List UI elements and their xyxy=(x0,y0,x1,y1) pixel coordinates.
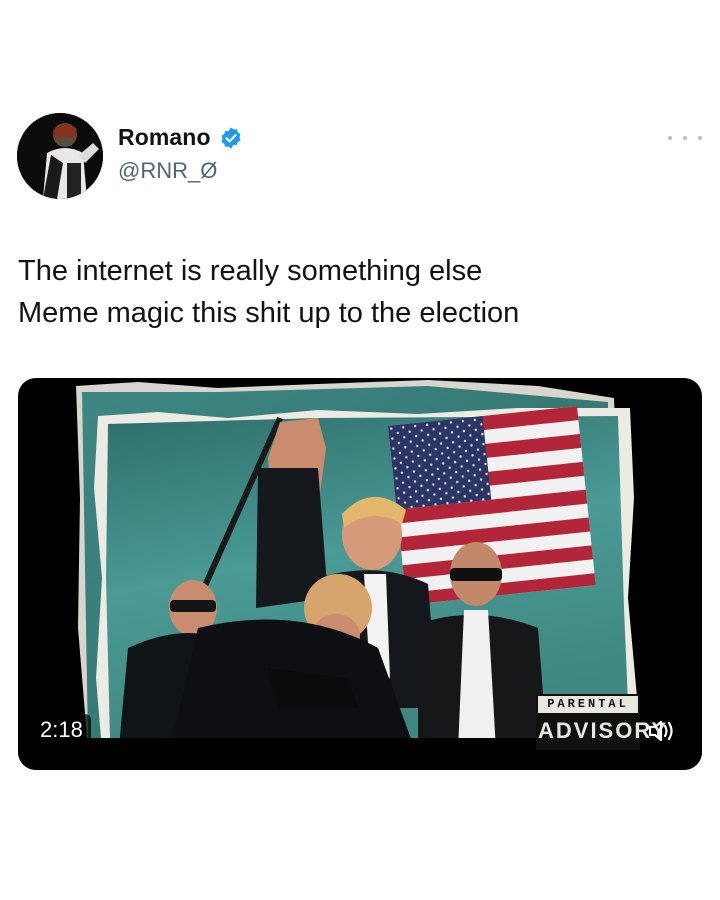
video-player[interactable]: PARENTAL ADVISORY 2:18 xyxy=(18,378,702,770)
more-dot xyxy=(698,136,702,140)
display-name[interactable]: Romano xyxy=(118,124,211,151)
parental-advisory-label: PARENTAL ADVISORY xyxy=(536,694,666,750)
advisory-bottom-text: ADVISORY xyxy=(538,713,666,748)
more-options-icon[interactable] xyxy=(668,128,702,148)
user-handle[interactable]: @RNR_Ø xyxy=(118,158,217,184)
verified-badge-icon xyxy=(221,127,241,148)
avatar-silhouette-icon xyxy=(17,113,103,199)
advisory-top-text: PARENTAL xyxy=(547,697,629,711)
speaker-glyph xyxy=(648,720,673,742)
more-dot xyxy=(683,136,687,140)
name-row: Romano xyxy=(118,124,243,151)
speaker-icon[interactable] xyxy=(644,714,678,748)
more-dot xyxy=(668,136,672,140)
tweet-text: The internet is really something else Me… xyxy=(18,250,698,334)
tweet-card: Romano @RNR_Ø The internet is really som… xyxy=(0,0,720,900)
video-duration: 2:18 xyxy=(32,714,91,746)
tweet-text-line: Meme magic this shit up to the election xyxy=(18,297,520,329)
avatar[interactable] xyxy=(17,113,103,199)
tweet-text-line: The internet is really something else xyxy=(18,255,483,287)
